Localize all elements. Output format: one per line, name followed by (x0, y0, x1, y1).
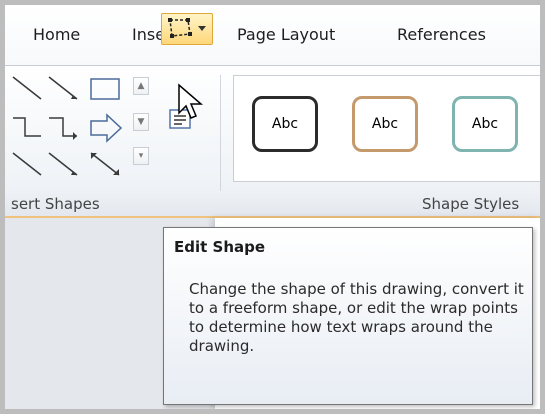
shape-style-3[interactable]: Abc (452, 96, 518, 152)
line-shape-icon (12, 76, 42, 100)
shape-style-1[interactable]: Abc (252, 96, 318, 152)
tab-references[interactable]: References (397, 5, 486, 65)
shape-styles-gallery: Abc Abc Abc (233, 75, 540, 182)
double-arrow-line-icon (90, 152, 120, 176)
word-window: Home Insert Page Layout References ▲ ▼ ▾ (0, 0, 545, 414)
elbow-arrow-connector-icon (49, 117, 77, 137)
shape-styles-group-label: Shape Styles (422, 195, 520, 213)
edit-points-icon (168, 18, 206, 38)
ribbon-tabs: Home Insert Page Layout References (5, 5, 540, 66)
gallery-scroll-down-button[interactable]: ▼ (133, 113, 149, 131)
rectangle-shape-icon (90, 78, 120, 100)
edit-shape-tooltip: Edit Shape Change the shape of this draw… (163, 227, 533, 405)
tooltip-body: Change the shape of this drawing, conver… (189, 280, 524, 355)
gallery-more-button[interactable]: ▾ (133, 147, 149, 165)
tooltip-title: Edit Shape (174, 238, 266, 256)
right-arrow-shape-icon (90, 113, 123, 143)
shape-style-2[interactable]: Abc (352, 96, 418, 152)
insert-shapes-group-label: sert Shapes (11, 195, 100, 213)
tab-home[interactable]: Home (33, 5, 80, 65)
tab-page-layout[interactable]: Page Layout (237, 5, 335, 65)
mouse-cursor-icon (178, 83, 204, 119)
elbow-connector-icon (13, 117, 41, 137)
gallery-scroll-up-button[interactable]: ▲ (133, 77, 149, 95)
edit-shape-button[interactable] (161, 13, 213, 45)
line-shape-2-icon (12, 152, 42, 176)
